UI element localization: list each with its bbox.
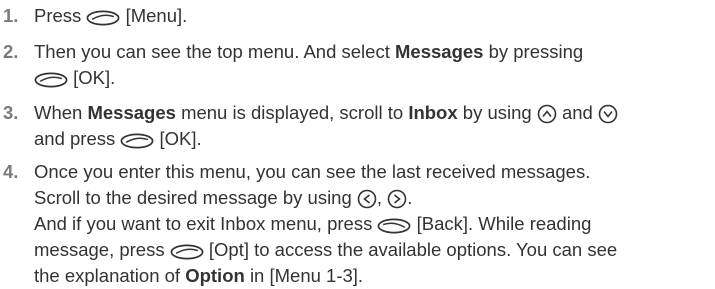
step-text: And if you want to exit Inbox menu, pres… [34, 213, 373, 234]
step-text: by using [462, 102, 532, 123]
menu-key-label: [Menu] [125, 5, 183, 26]
step-text: and [561, 102, 593, 123]
step-text: message, press [34, 239, 165, 260]
step-text: Scroll to the desired message by using [34, 187, 352, 208]
step-text: Press [34, 5, 82, 26]
step-number: 4. [3, 161, 19, 182]
step-3: 3. When Messages menu is displayed, scro… [0, 100, 712, 152]
step-text: menu is displayed, scroll to [181, 102, 404, 123]
inbox-term: Inbox [408, 102, 458, 123]
left-soft-key-icon [86, 9, 120, 27]
step-number: 2. [3, 41, 19, 62]
opt-key-label: [Opt] to access the available options. Y… [208, 239, 618, 260]
step-text: the explanation of [34, 265, 181, 286]
nav-down-icon [598, 104, 618, 124]
left-soft-key-icon [34, 71, 68, 89]
step-text: When [34, 102, 83, 123]
left-soft-key-icon [120, 132, 154, 150]
step-text: in [Menu 1-3]. [249, 265, 364, 286]
step-text: by pressing [488, 41, 584, 62]
step-text: Once you enter this menu, you can see th… [34, 161, 591, 182]
step-number: 3. [3, 102, 19, 123]
ok-key-label: [OK]. [159, 128, 202, 149]
nav-left-icon [357, 189, 377, 209]
messages-term: Messages [395, 41, 484, 62]
step-text: Then you can see the top menu. And selec… [34, 41, 390, 62]
step-1: 1. Press [Menu]. [0, 3, 712, 29]
step-4: 4. Once you enter this menu, you can see… [0, 159, 712, 289]
step-number: 1. [3, 5, 19, 26]
right-soft-key-icon [377, 217, 411, 235]
step-text: and press [34, 128, 116, 149]
nav-right-icon [387, 189, 407, 209]
messages-term: Messages [87, 102, 176, 123]
ok-key-label: [OK]. [73, 67, 116, 88]
step-2: 2. Then you can see the top menu. And se… [0, 39, 712, 91]
nav-up-icon [537, 104, 557, 124]
left-soft-key-icon [170, 243, 204, 261]
back-key-label: [Back]. While reading [416, 213, 592, 234]
manual-page: 1. Press [Menu]. 2. Then you can see the… [0, 0, 715, 286]
option-term: Option [185, 265, 245, 286]
